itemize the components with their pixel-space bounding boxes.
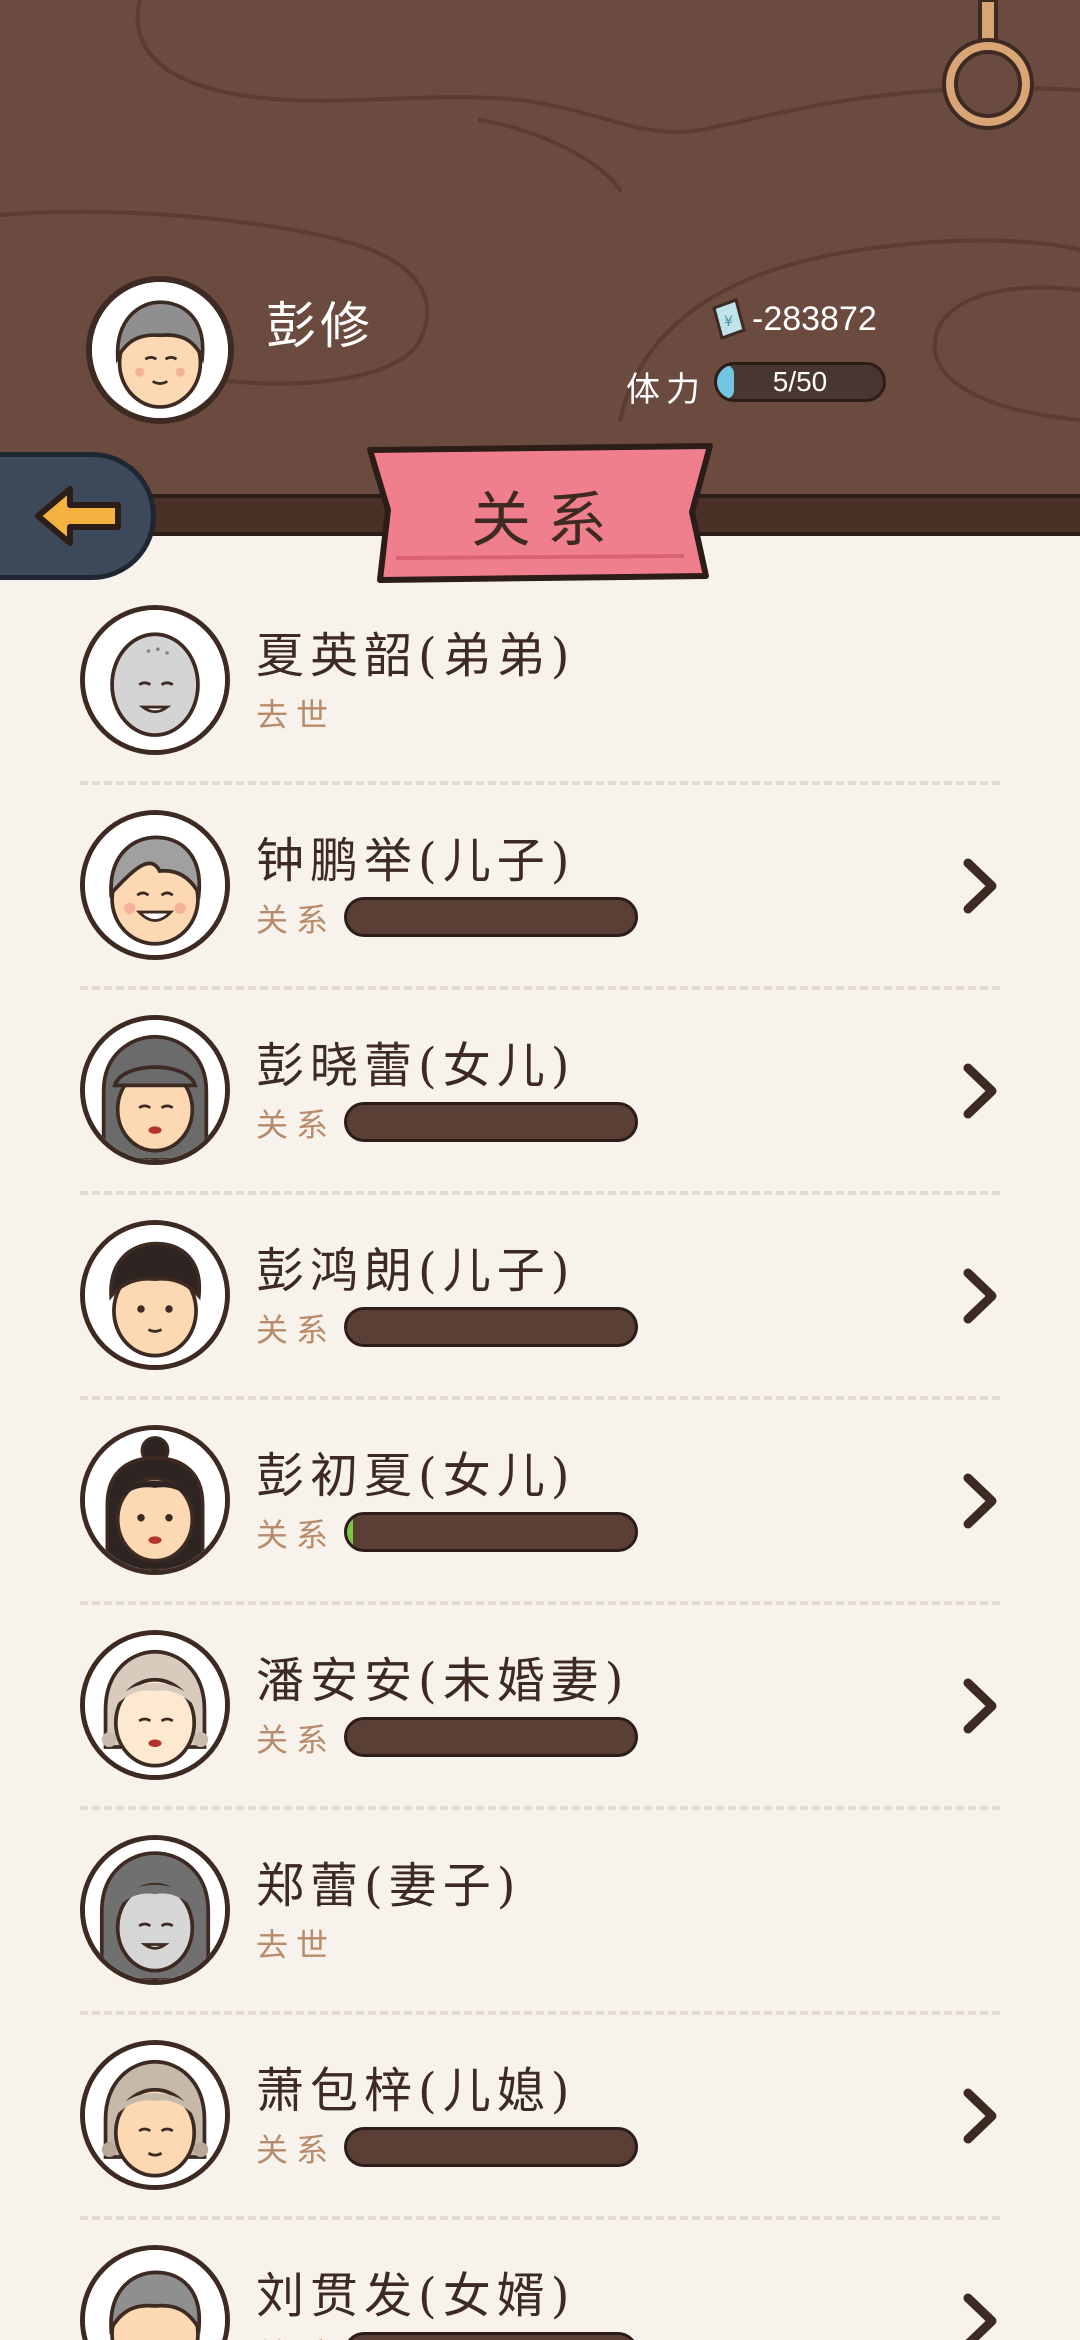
- chevron-right-icon[interactable]: [960, 1472, 1000, 1530]
- chevron-right-icon[interactable]: [960, 1677, 1000, 1735]
- svg-text:¥: ¥: [724, 314, 733, 330]
- relation-bar: [344, 1102, 638, 1142]
- list-item[interactable]: 潘安安(未婚妻) 关系: [0, 1603, 1080, 1810]
- money-value: -283872: [752, 300, 877, 338]
- elderly-woman-avatar-icon: [85, 2045, 225, 2185]
- relation-label: 关系: [256, 1106, 337, 1144]
- chevron-right-icon[interactable]: [960, 1062, 1000, 1120]
- avatar: [80, 810, 230, 960]
- chevron-right-icon[interactable]: [960, 1267, 1000, 1325]
- arrow-left-icon: [35, 486, 121, 546]
- hanging-ring-icon: [942, 0, 1034, 130]
- list-item[interactable]: 夏英韶(弟弟) 去世: [0, 600, 1080, 785]
- member-name: 郑蕾(妻子): [256, 1858, 522, 1914]
- avatar: [80, 1220, 230, 1370]
- wood-grain-decoration: [0, 0, 1080, 422]
- stamina-label: 体力: [626, 370, 706, 410]
- member-name: 刘贯发(女婿): [256, 2268, 576, 2324]
- list-item[interactable]: 钟鹏举(儿子) 关系: [0, 783, 1080, 990]
- avatar: [80, 1015, 230, 1165]
- elderly-man-avatar-icon: [92, 282, 228, 418]
- stamina-value: 5/50: [772, 366, 828, 397]
- list-item[interactable]: 彭晓蕾(女儿) 关系: [0, 988, 1080, 1195]
- member-name: 彭初夏(女儿): [256, 1448, 576, 1504]
- relation-fill: [347, 1515, 353, 1549]
- avatar: [80, 605, 230, 755]
- relation-bar: [344, 897, 638, 937]
- relation-label: 关系: [256, 901, 337, 939]
- relation-label: 关系: [256, 2131, 337, 2169]
- relation-bar: [344, 1512, 638, 1552]
- relation-bar: [344, 1307, 638, 1347]
- avatar: [80, 1630, 230, 1780]
- avatar: [80, 1835, 230, 1985]
- page-title: 关系: [471, 485, 623, 556]
- old-woman-avatar-icon: [85, 1020, 225, 1160]
- deceased-woman-avatar-icon: [85, 1840, 225, 1980]
- elderly-woman-avatar-icon: [85, 1635, 225, 1775]
- member-status: 去世: [256, 696, 337, 734]
- list-item[interactable]: 刘贯发(女婿) 关系: [0, 2218, 1080, 2340]
- banknote-icon: ¥: [712, 298, 746, 340]
- back-button[interactable]: [0, 452, 156, 580]
- chevron-right-icon[interactable]: [960, 857, 1000, 915]
- member-name: 钟鹏举(儿子): [256, 833, 576, 889]
- relation-bar: [344, 2332, 638, 2340]
- member-status: 去世: [256, 1926, 337, 1964]
- deceased-man-avatar-icon: [85, 610, 225, 750]
- avatar: [80, 2245, 230, 2340]
- member-name: 彭晓蕾(女儿): [256, 1038, 576, 1094]
- list-item[interactable]: 彭鸿朗(儿子) 关系: [0, 1193, 1080, 1400]
- page-title-ribbon: 关系: [366, 440, 714, 584]
- girl-bun-avatar-icon: [85, 1430, 225, 1570]
- member-name: 彭鸿朗(儿子): [256, 1243, 576, 1299]
- chevron-right-icon[interactable]: [960, 2087, 1000, 2145]
- relation-label: 关系: [256, 2330, 336, 2340]
- relation-bar: [344, 2127, 638, 2167]
- stamina-bar: 5/50: [714, 362, 886, 402]
- relation-label: 关系: [256, 1721, 337, 1759]
- member-name: 萧包梓(儿媳): [256, 2063, 576, 2119]
- elderly-man-avatar-icon: [85, 2250, 225, 2340]
- member-name: 夏英韶(弟弟): [256, 628, 576, 684]
- chevron-right-icon[interactable]: [960, 2292, 1000, 2340]
- avatar: [80, 2040, 230, 2190]
- old-man-laughing-avatar-icon: [85, 815, 225, 955]
- member-name: 潘安安(未婚妻): [256, 1653, 630, 1709]
- avatar: [80, 1425, 230, 1575]
- list-item[interactable]: 萧包梓(儿媳) 关系: [0, 2013, 1080, 2220]
- list-item[interactable]: 郑蕾(妻子) 去世: [0, 1808, 1080, 2015]
- list-item[interactable]: 彭初夏(女儿) 关系: [0, 1398, 1080, 1605]
- young-man-avatar-icon: [85, 1225, 225, 1365]
- player-avatar[interactable]: [86, 276, 234, 424]
- relation-label: 关系: [256, 1516, 337, 1554]
- relation-bar: [344, 1717, 638, 1757]
- relation-label: 关系: [256, 1311, 337, 1349]
- header-panel: 彭修 ¥ -283872 体力 5/50: [0, 0, 1080, 500]
- relationship-list[interactable]: 夏英韶(弟弟) 去世 钟鹏举(儿子) 关系 彭晓蕾(女儿) 关系 彭鸿朗(儿子)…: [0, 600, 1080, 2340]
- player-name: 彭修: [266, 297, 374, 355]
